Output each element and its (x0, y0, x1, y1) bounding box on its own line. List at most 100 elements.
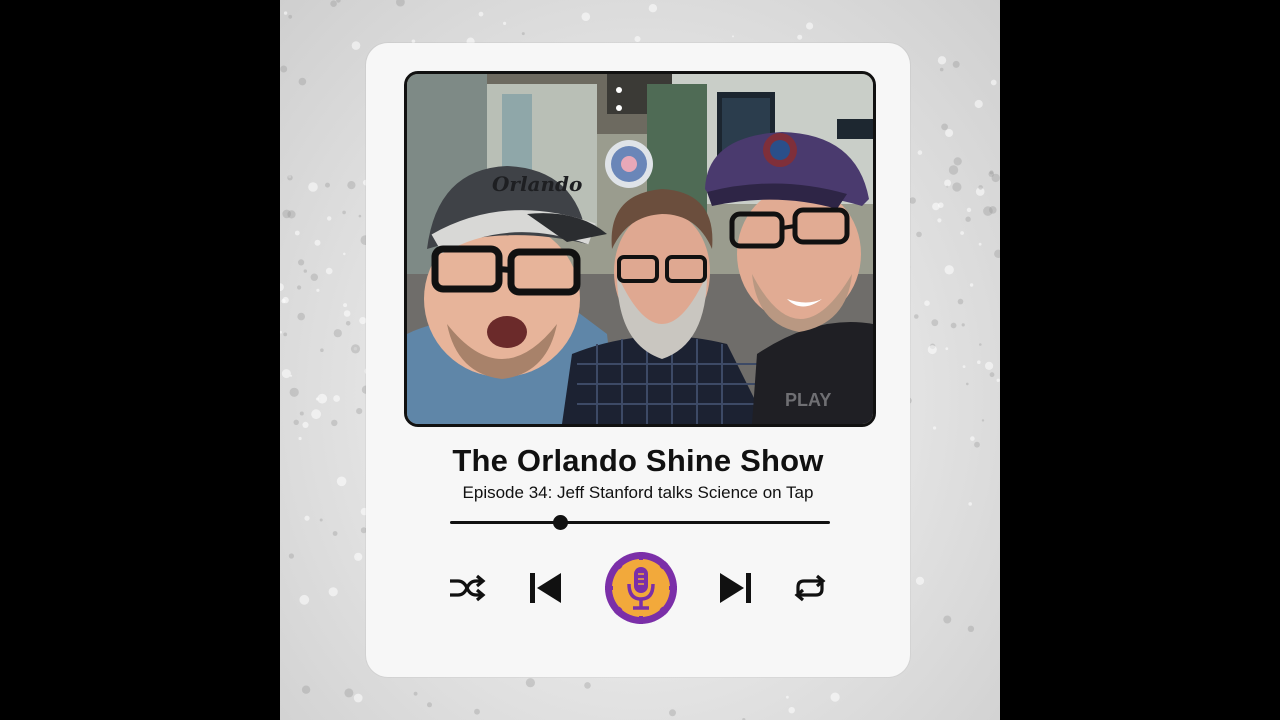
bubble (983, 206, 993, 216)
bubble (356, 408, 363, 415)
bubble (933, 426, 937, 430)
bubble (939, 67, 944, 72)
bubble (909, 197, 916, 204)
episode-artwork: Orlando PLAY (404, 71, 876, 427)
bubble (317, 393, 328, 404)
bubble (299, 411, 304, 416)
bubble (280, 283, 284, 291)
playback-controls (366, 548, 910, 628)
previous-button[interactable] (528, 571, 564, 605)
bubble (301, 685, 311, 694)
shuffle-button[interactable] (448, 573, 486, 603)
bubble (968, 502, 972, 506)
bubble (288, 553, 294, 559)
bubble (957, 298, 964, 305)
bubble (343, 303, 348, 308)
bubble (970, 436, 975, 441)
bubble (413, 691, 418, 696)
bubble (944, 179, 952, 187)
bubble (931, 319, 939, 327)
bubble (967, 625, 975, 632)
bubble (503, 21, 507, 25)
bubble (310, 273, 318, 281)
bubble (979, 343, 982, 346)
bubble (966, 207, 972, 213)
bubble (281, 369, 291, 379)
bubble (994, 249, 1000, 258)
bubble (333, 395, 340, 402)
bubble (927, 345, 937, 355)
bubble (525, 678, 535, 688)
bubble (478, 11, 484, 17)
bubble (950, 322, 957, 329)
bubble (521, 32, 525, 36)
bubble (806, 22, 814, 30)
bubble (788, 707, 795, 714)
bubble (343, 252, 346, 256)
bubble (996, 378, 1000, 382)
bubble (974, 441, 980, 448)
bubble (943, 615, 952, 624)
bubble (962, 365, 966, 368)
show-title: The Orlando Shine Show (452, 443, 824, 478)
bubble (330, 0, 337, 7)
bubble (347, 181, 356, 190)
bubble (358, 214, 362, 218)
bubble (287, 175, 293, 181)
bubble (289, 387, 299, 397)
bubble (952, 60, 960, 68)
artwork-photo: Orlando PLAY (407, 74, 873, 424)
bubble (283, 332, 288, 337)
bubble (978, 242, 982, 246)
skip-previous-icon (530, 573, 561, 603)
bubble (989, 170, 994, 175)
bubble (282, 209, 291, 219)
play-button[interactable] (604, 551, 678, 625)
repeat-button[interactable] (790, 573, 830, 603)
bubble (937, 56, 947, 65)
progress-bar[interactable] (450, 515, 830, 530)
bubble (978, 185, 983, 190)
bubble (581, 12, 591, 21)
bubble (354, 552, 363, 561)
bubble (316, 288, 320, 292)
bubble (648, 4, 658, 13)
podcast-microphone-icon (605, 552, 677, 624)
bubble (830, 692, 840, 702)
bubble (325, 182, 330, 188)
bubble (965, 216, 971, 222)
bubble (328, 587, 338, 597)
bubble (333, 329, 342, 338)
bubble (283, 11, 288, 15)
bubble (344, 688, 354, 698)
bubble (336, 476, 347, 487)
bubble (303, 269, 307, 273)
bubble (937, 218, 942, 223)
bubble (302, 421, 309, 428)
progress-knob[interactable] (553, 515, 569, 530)
bubble (280, 65, 288, 73)
cap-logo-text: Orlando (492, 172, 582, 196)
bubble (342, 210, 346, 215)
bubble (989, 372, 995, 378)
next-button[interactable] (717, 571, 753, 605)
bubble (914, 314, 919, 319)
bubble (634, 36, 641, 42)
bubble (343, 310, 351, 317)
bubble (353, 693, 363, 703)
bubble (299, 594, 310, 605)
bubble (331, 419, 338, 427)
bubble (953, 157, 962, 166)
bubble (298, 259, 305, 266)
bubble (396, 0, 405, 7)
bubble (952, 182, 962, 192)
repeat-icon (794, 574, 826, 602)
bubble (336, 0, 341, 3)
bubble (981, 419, 985, 422)
bubble (308, 182, 318, 192)
bubble (311, 409, 321, 420)
bubble (297, 285, 302, 290)
bubble (991, 173, 1000, 183)
bubble (969, 283, 974, 287)
bubble (915, 576, 925, 586)
